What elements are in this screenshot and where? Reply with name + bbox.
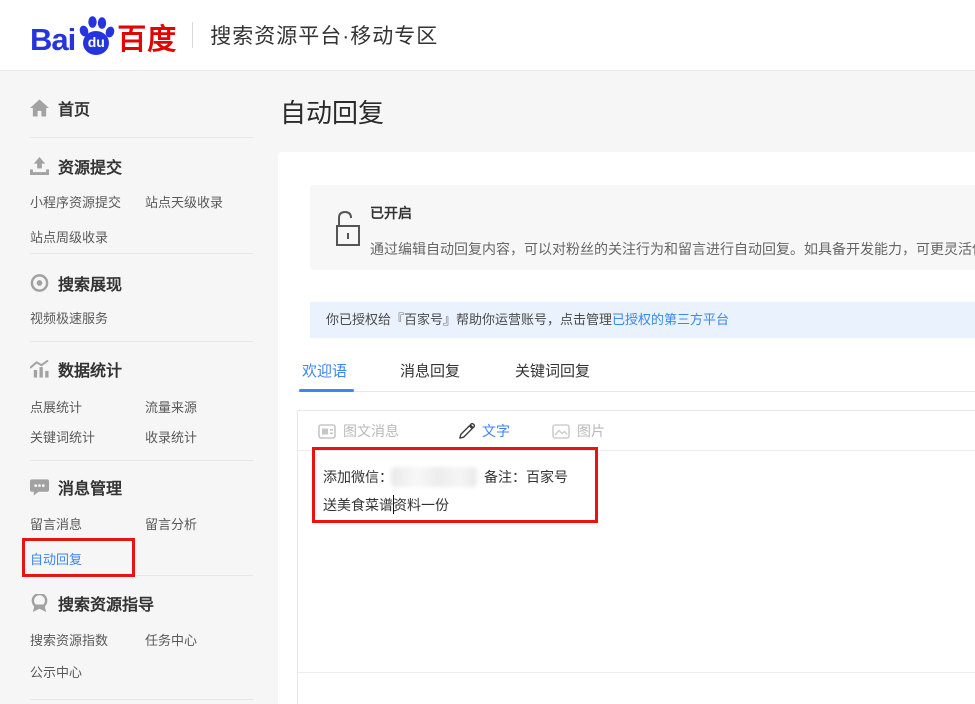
active-tab-underline (299, 389, 354, 392)
sidebar-item-index-stats[interactable]: 收录统计 (145, 427, 197, 446)
page-title: 自动回复 (280, 93, 384, 130)
status-description: 通过编辑自动回复内容，可以对粉丝的关注行为和留言进行自动回复。如具备开发能力，可… (370, 239, 975, 259)
sidebar-section-label: 数据统计 (58, 357, 122, 381)
sidebar-item-data-stats[interactable]: 数据统计 (30, 357, 122, 381)
sidebar-item-keyword-stats[interactable]: 关键词统计 (30, 427, 95, 446)
message-icon (30, 478, 49, 496)
top-header: Bai du 百度 搜索资源平台·移动专区 (0, 0, 975, 71)
logo-cn-text: 百度 (117, 25, 177, 55)
sidebar-section-label: 消息管理 (58, 475, 122, 499)
medal-icon (30, 594, 49, 613)
sidebar-item-traffic-source[interactable]: 流量来源 (145, 397, 197, 416)
sidebar-item-search-display[interactable]: 搜索展现 (30, 271, 122, 295)
annotation-box-content (312, 447, 598, 523)
authorization-notice: 你已授权给『百家号』帮助你运营账号，点击管理已授权的第三方平台 (310, 302, 975, 338)
richtext-card-icon (318, 424, 336, 439)
toolbar-text-button[interactable]: 文字 (458, 421, 510, 441)
tabs-bottom-border (297, 391, 975, 392)
annotation-box-sidebar (22, 538, 135, 577)
sidebar-divider (30, 137, 253, 138)
sidebar-section-label: 资源提交 (58, 154, 122, 178)
sidebar-item-home[interactable]: 首页 (30, 96, 90, 120)
chart-icon (30, 360, 49, 378)
tab-welcome-message[interactable]: 欢迎语 (302, 360, 347, 381)
toolbar-richtext-label: 图文消息 (343, 421, 399, 441)
upload-icon (30, 157, 49, 175)
sidebar-item-comment-messages[interactable]: 留言消息 (30, 514, 82, 533)
sidebar-section-label: 搜索展现 (58, 271, 122, 295)
sidebar-item-message-mgmt[interactable]: 消息管理 (30, 475, 122, 499)
toolbar-image-label: 图片 (577, 421, 605, 441)
sidebar-item-comment-analysis[interactable]: 留言分析 (145, 514, 197, 533)
home-icon (30, 99, 49, 117)
tab-message-reply[interactable]: 消息回复 (400, 360, 460, 381)
sidebar-item-click-stats[interactable]: 点展统计 (30, 397, 82, 416)
app-root: Bai du 百度 搜索资源平台·移动专区 首页 (0, 0, 975, 704)
sidebar-item-site-weekly-index[interactable]: 站点周级收录 (30, 227, 108, 246)
image-icon (552, 424, 570, 439)
sidebar-section-label: 首页 (58, 96, 90, 120)
sidebar-divider (30, 699, 253, 700)
baidu-paw-icon: du (76, 15, 116, 57)
sidebar-section-label: 搜索资源指导 (58, 591, 154, 615)
editor-content-border (298, 672, 975, 673)
toolbar-text-label: 文字 (482, 421, 510, 441)
sidebar-item-resource-guide[interactable]: 搜索资源指导 (30, 591, 154, 615)
unlock-icon (334, 209, 362, 249)
status-title: 已开启 (370, 203, 412, 223)
sidebar-item-resource-index[interactable]: 搜索资源指数 (30, 630, 108, 649)
tab-keyword-reply[interactable]: 关键词回复 (515, 360, 590, 381)
logo-bai-text: Bai (30, 25, 75, 55)
sidebar-item-task-center[interactable]: 任务中心 (145, 630, 197, 649)
sidebar-item-resource-submit[interactable]: 资源提交 (30, 154, 122, 178)
sidebar-divider (30, 253, 253, 254)
eye-icon (30, 274, 49, 292)
sidebar-item-miniprogram-submit[interactable]: 小程序资源提交 (30, 192, 121, 211)
sidebar-item-video-fast-service[interactable]: 视频极速服务 (30, 308, 108, 327)
pencil-icon (458, 423, 475, 440)
sidebar-divider (30, 460, 253, 461)
sidebar-item-site-daily-index[interactable]: 站点天级收录 (145, 192, 223, 211)
sidebar-item-public-center[interactable]: 公示中心 (30, 662, 82, 681)
header-divider (192, 22, 193, 48)
logo-du-text: du (88, 34, 105, 50)
notice-text: 你已授权给『百家号』帮助你运营账号，点击管理 (326, 312, 612, 327)
platform-title: 搜索资源平台·移动专区 (210, 20, 438, 50)
baidu-logo[interactable]: Bai du 百度 (30, 15, 177, 55)
toolbar-image-button[interactable]: 图片 (552, 421, 605, 441)
toolbar-richtext-button[interactable]: 图文消息 (318, 421, 399, 441)
sidebar: 首页 资源提交 小程序资源提交 站点天级收录 站点周级收录 搜索展现 视频极速服… (0, 71, 258, 704)
sidebar-divider (30, 341, 253, 342)
authorized-platform-link[interactable]: 已授权的第三方平台 (612, 312, 729, 327)
